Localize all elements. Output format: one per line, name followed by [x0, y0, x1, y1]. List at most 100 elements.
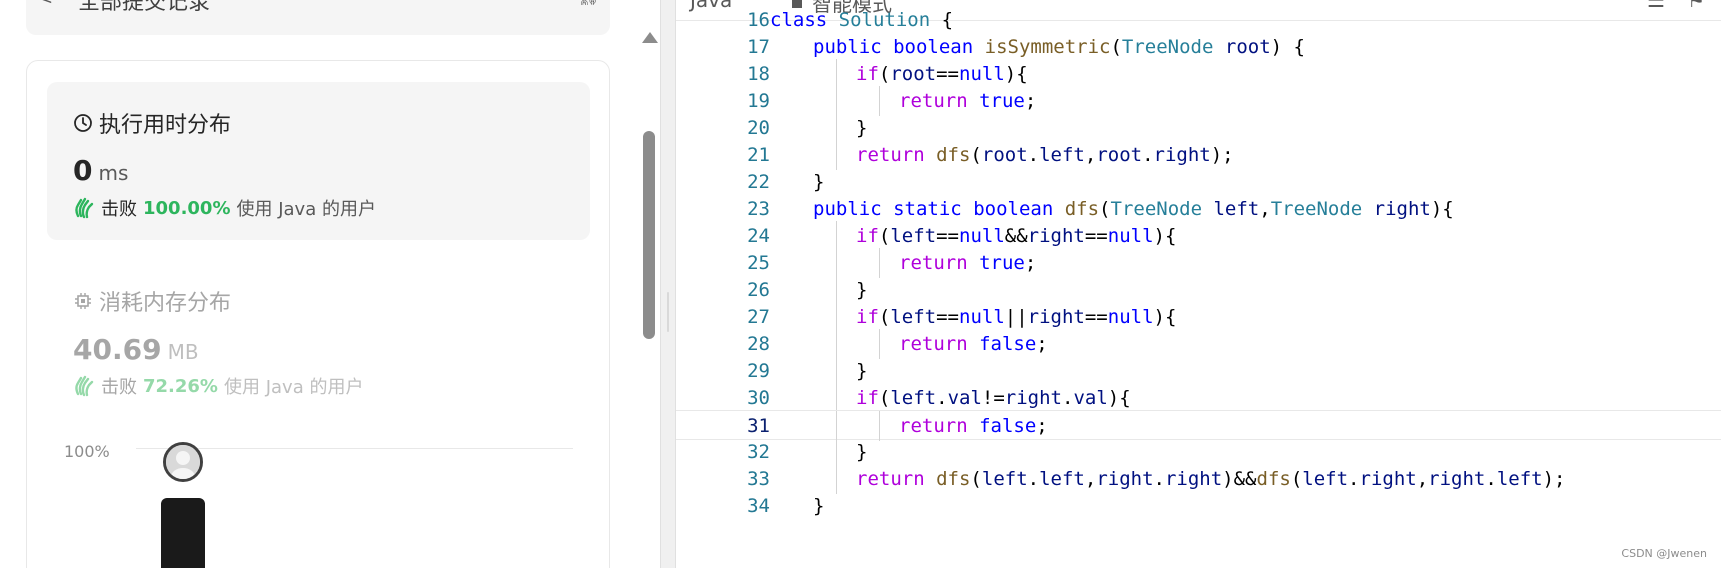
code-text[interactable]: } — [813, 491, 824, 521]
code-line[interactable]: 31 return false; — [676, 410, 1721, 441]
indent-guide — [836, 275, 837, 305]
memory-title[interactable]: 消耗内存分布 — [73, 285, 231, 317]
line-number: 25 — [747, 252, 770, 274]
code-line[interactable]: 21 return dfs(root.left,root.right); — [676, 140, 1721, 170]
code-text[interactable]: } — [856, 275, 867, 305]
code-text[interactable]: } — [856, 113, 867, 143]
line-number: 16 — [747, 9, 770, 31]
line-number: 33 — [747, 468, 770, 490]
memory-beats-word: 击败 — [101, 377, 137, 398]
code-line[interactable]: 30 if(left.val!=right.val){ — [676, 383, 1721, 413]
code-line[interactable]: 29} — [676, 356, 1721, 386]
user-avatar-icon — [163, 442, 203, 482]
code-line[interactable]: 24 if(left==null&&right==null){ — [676, 221, 1721, 251]
distribution-bar[interactable] — [161, 498, 205, 568]
runtime-beats-desc: 使用 Java 的用户 — [236, 199, 376, 220]
indent-guide — [836, 329, 837, 359]
code-text[interactable]: if(left.val!=right.val){ — [856, 383, 1131, 413]
code-text[interactable]: if(left==null||right==null){ — [856, 302, 1176, 332]
code-text[interactable]: class Solution { — [770, 5, 953, 35]
indent-guide — [836, 59, 837, 89]
indent-guide — [879, 86, 880, 116]
code-text[interactable]: return dfs(root.left,root.right); — [856, 140, 1234, 170]
panel-resize-divider[interactable] — [660, 0, 676, 568]
indent-guide — [836, 140, 837, 170]
resize-handle[interactable] — [667, 292, 669, 332]
code-line[interactable]: 32} — [676, 437, 1721, 467]
code-text[interactable]: } — [856, 437, 867, 467]
clock-icon — [73, 113, 93, 133]
code-editor[interactable]: Java 智能模式 ☰ ⚑ 16 class Solution {17 public… — [676, 0, 1721, 568]
code-text[interactable]: if(left==null&&right==null){ — [856, 221, 1176, 251]
line-number: 34 — [747, 495, 770, 517]
code-text[interactable]: public boolean isSymmetric(TreeNode root… — [813, 32, 1305, 62]
memory-value: 40.69 MB — [73, 333, 199, 366]
indent-guide — [836, 464, 837, 494]
runtime-value: 0 ms — [73, 154, 128, 187]
memory-beats-percent: 72.26% — [143, 375, 218, 397]
code-line[interactable]: 26} — [676, 275, 1721, 305]
line-number: 28 — [747, 333, 770, 355]
indent-guide — [836, 221, 837, 251]
memory-number: 40.69 — [73, 333, 162, 366]
code-text[interactable]: public static boolean dfs(TreeNode left,… — [813, 194, 1454, 224]
code-text[interactable]: } — [813, 167, 824, 197]
code-text[interactable]: return true; — [899, 86, 1036, 116]
line-number: 17 — [747, 36, 770, 58]
indent-guide — [836, 86, 837, 116]
scroll-up-arrow-icon[interactable] — [642, 32, 658, 43]
indent-guide — [836, 383, 837, 413]
memory-title-text: 消耗内存分布 — [99, 291, 232, 316]
code-text[interactable]: if(root==null){ — [856, 59, 1028, 89]
code-line[interactable]: 22} — [676, 167, 1721, 197]
runtime-number: 0 — [73, 154, 93, 187]
panel-scrollbar[interactable] — [638, 28, 658, 568]
runtime-beats-percent: 100.00% — [143, 197, 231, 219]
line-number: 18 — [747, 63, 770, 85]
link-icon[interactable]: ⛓ — [577, 0, 600, 7]
code-line[interactable]: 18 if(root==null){ — [676, 59, 1721, 89]
indent-guide — [836, 437, 837, 467]
line-number: 32 — [747, 441, 770, 463]
code-text[interactable]: return dfs(left.left,right.right)&&dfs(l… — [856, 464, 1565, 494]
indent-guide — [836, 356, 837, 386]
code-line[interactable]: 17 public boolean isSymmetric(TreeNode ro… — [676, 32, 1721, 62]
submission-result-panel: < 全部提交记录 ⛓ 执行用时分布 0 ms 击败 100.00% 使用 Jav… — [0, 0, 660, 568]
code-line[interactable]: 19 return true; — [676, 86, 1721, 116]
line-number: 29 — [747, 360, 770, 382]
clap-hands-icon — [73, 374, 97, 398]
line-number: 22 — [747, 171, 770, 193]
line-number: 30 — [747, 387, 770, 409]
code-text[interactable]: return true; — [899, 248, 1036, 278]
code-line[interactable]: 34} — [676, 491, 1721, 521]
line-number: 20 — [747, 117, 770, 139]
runtime-beats-word: 击败 — [101, 199, 137, 220]
chart-y-axis-label: 100% — [64, 442, 110, 461]
code-line[interactable]: 23 public static boolean dfs(TreeNode lef… — [676, 194, 1721, 224]
back-arrow-icon[interactable]: < — [38, 0, 53, 9]
indent-guide — [836, 113, 837, 143]
line-number: 23 — [747, 198, 770, 220]
code-line[interactable]: 16 class Solution { — [676, 5, 1721, 35]
memory-unit: MB — [167, 340, 199, 364]
code-line[interactable]: 25 return true; — [676, 248, 1721, 278]
memory-beats-desc: 使用 Java 的用户 — [223, 377, 364, 398]
runtime-title-text: 执行用时分布 — [99, 113, 232, 138]
runtime-unit: ms — [98, 161, 129, 185]
runtime-distribution-card[interactable]: 执行用时分布 0 ms 击败 100.00% 使用 Java 的用户 — [47, 82, 590, 240]
memory-beats: 击败 72.26% 使用 Java 的用户 — [73, 373, 363, 399]
scroll-thumb[interactable] — [643, 131, 655, 339]
submissions-header[interactable]: < 全部提交记录 ⛓ — [26, 0, 610, 35]
code-line[interactable]: 27 if(left==null||right==null){ — [676, 302, 1721, 332]
code-line[interactable]: 28 return false; — [676, 329, 1721, 359]
code-text[interactable]: return false; — [899, 329, 1048, 359]
line-number: 26 — [747, 279, 770, 301]
code-text[interactable]: } — [856, 356, 867, 386]
code-line[interactable]: 33 return dfs(left.left,right.right)&&dfs… — [676, 464, 1721, 494]
watermark: CSDN @Jwenen — [1621, 547, 1707, 560]
code-line[interactable]: 20} — [676, 113, 1721, 143]
submissions-title: 全部提交记录 — [78, 0, 211, 15]
indent-guide — [879, 248, 880, 278]
runtime-title: 执行用时分布 — [73, 107, 231, 139]
line-number: 19 — [747, 90, 770, 112]
